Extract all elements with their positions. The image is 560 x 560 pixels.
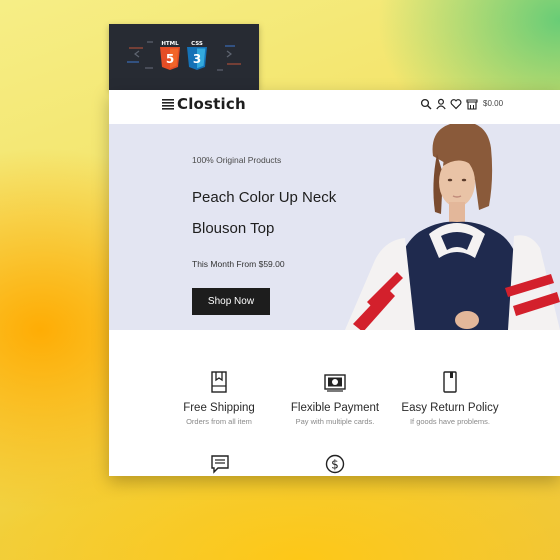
hero-eyebrow: 100% Original Products [192, 155, 282, 165]
user-icon[interactable] [435, 98, 447, 110]
store-page: Clostich $0.00 100% Original Products Pe… [109, 90, 560, 476]
hamburger-menu-icon[interactable] [162, 98, 174, 110]
feature-free-shipping: Free Shipping Orders from all item [159, 371, 279, 426]
css3-number: 3 [193, 52, 201, 66]
svg-text:$: $ [331, 458, 339, 472]
navbar: Clostich $0.00 [109, 90, 560, 124]
html-css-logo: HTML CSS 5 3 [127, 41, 241, 71]
feature-flexible-payment: Flexible Payment Pay with multiple cards… [275, 371, 395, 426]
feature-title: Flexible Payment [290, 402, 380, 414]
html-label: HTML [161, 41, 179, 47]
html5-shield-icon: 5 [160, 47, 180, 70]
feature-subtitle: If goods have problems. [409, 417, 491, 426]
css-label: CSS [191, 41, 203, 47]
hero-banner: 100% Original Products Peach Color Up Ne… [109, 124, 560, 330]
brand-logo[interactable]: Clostich [177, 95, 246, 113]
hero-title: Peach Color Up Neck Blouson Top [192, 189, 337, 237]
shop-now-button[interactable]: Shop Now [192, 288, 270, 315]
heart-icon[interactable] [450, 98, 462, 110]
model-photo [345, 124, 560, 330]
money-icon [324, 374, 346, 392]
feature-subtitle: Orders from all item [186, 417, 252, 426]
dollar-icon: $ [325, 454, 345, 474]
html5-number: 5 [166, 52, 174, 66]
html-css-badge: HTML CSS 5 3 [109, 24, 259, 90]
chat-icon [211, 455, 229, 474]
bookmark-icon [211, 371, 227, 393]
css3-shield-icon: 3 [187, 47, 207, 70]
search-icon[interactable] [420, 98, 432, 110]
hero-price: This Month From $59.00 [192, 259, 285, 269]
feature-title: Easy Return Policy [401, 402, 499, 414]
feature-easy-return: Easy Return Policy If goods have problem… [390, 371, 510, 426]
feature-title: Free Shipping [183, 402, 255, 414]
cart-icon[interactable] [466, 98, 478, 110]
phone-icon [443, 371, 457, 393]
features-section: Free Shipping Orders from all item Flexi… [109, 330, 560, 476]
feature-subtitle: Pay with multiple cards. [295, 417, 375, 426]
cart-total[interactable]: $0.00 [483, 99, 503, 108]
